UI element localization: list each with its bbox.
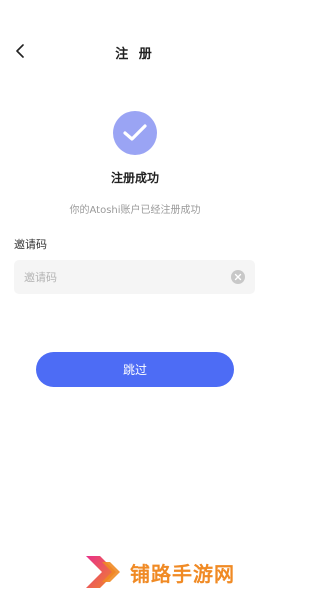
success-subtitle: 你的Atoshi账户已经注册成功 bbox=[69, 205, 201, 216]
success-check-icon bbox=[113, 111, 157, 155]
page-title: 注 册 bbox=[115, 47, 155, 62]
success-title: 注册成功 bbox=[110, 171, 159, 185]
skip-button[interactable]: 跳过 bbox=[36, 352, 234, 387]
invite-code-label: 邀请码 bbox=[14, 238, 47, 251]
register-success-screen: 注 册 注册成功 你的Atoshi账户已经注册成功 邀请码 跳过 bbox=[0, 0, 270, 600]
invite-code-field bbox=[14, 260, 255, 294]
header: 注 册 bbox=[0, 0, 270, 104]
clear-input-button[interactable] bbox=[231, 270, 245, 284]
watermark-text: 铺路手游网 bbox=[130, 561, 235, 586]
invite-code-input[interactable] bbox=[24, 260, 224, 294]
watermark: 铺路手游网 bbox=[82, 550, 262, 594]
close-icon bbox=[234, 273, 242, 281]
watermark-logo-icon bbox=[86, 556, 120, 588]
